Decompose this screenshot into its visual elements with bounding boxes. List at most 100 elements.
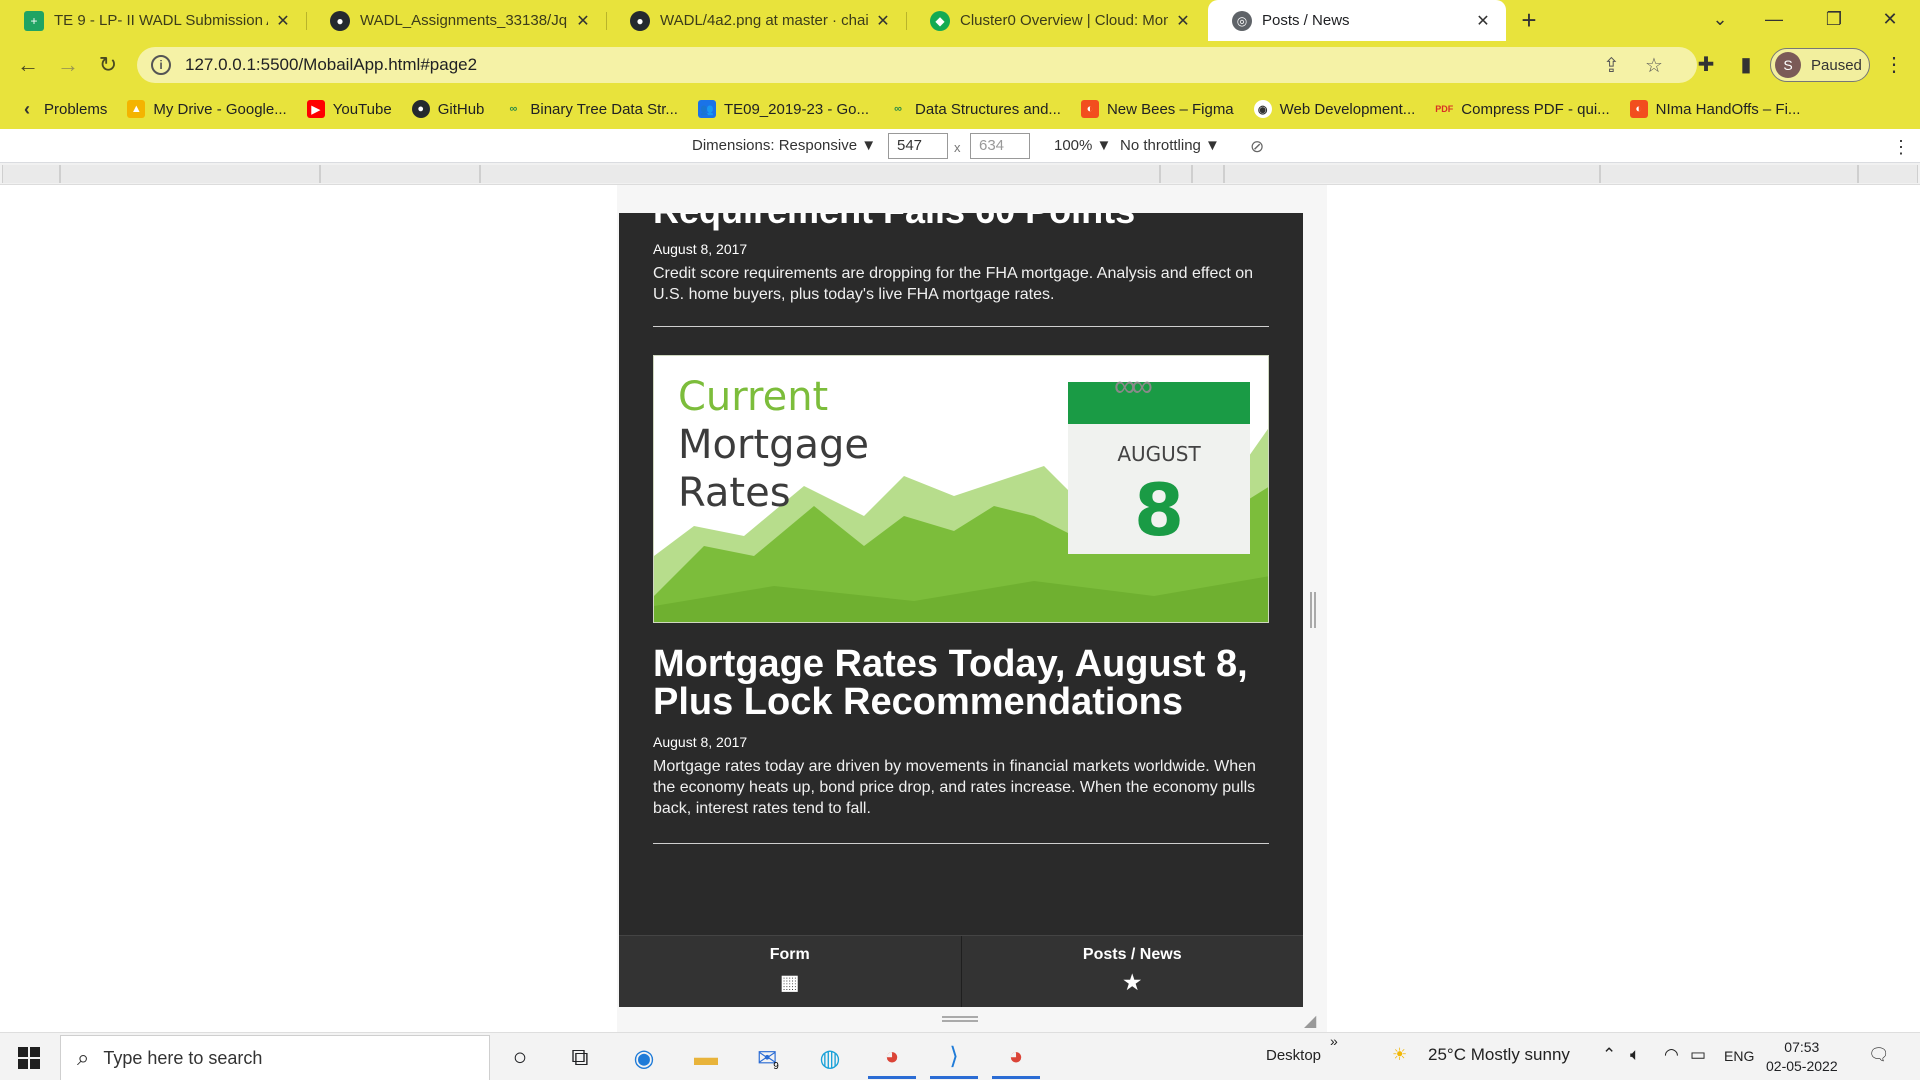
resize-handle-right[interactable] [1310, 592, 1316, 628]
ruler-segment[interactable] [1224, 165, 1600, 183]
tab-title: TE 9 - LP- II WADL Submission AY [54, 12, 268, 29]
media-query-ruler [0, 163, 1920, 185]
calendar-graphic: ∞∞ AUGUST 8 [1068, 370, 1250, 554]
tab-posts-news[interactable]: ◎ Posts / News ✕ [1208, 0, 1506, 41]
edge-icon[interactable]: ◍ [806, 1037, 854, 1079]
bookmark-label: Problems [44, 100, 108, 118]
post-previous: Requirement Falls 60 Points [653, 213, 1269, 233]
ruler-segment[interactable] [60, 165, 320, 183]
throttling-select[interactable]: No throttling ▼ [1120, 137, 1220, 154]
task-view-icon[interactable]: ⧉ [556, 1037, 604, 1079]
battery-icon[interactable]: ▭ [1690, 1045, 1706, 1065]
menu-icon[interactable]: ⋮ [1880, 51, 1908, 79]
ruler-segment[interactable] [1600, 165, 1858, 183]
bookmark-label: GitHub [437, 100, 485, 118]
side-panel-icon[interactable]: ▮ [1732, 51, 1760, 79]
new-tab-button[interactable]: + [1514, 6, 1544, 36]
extensions-icon[interactable]: ✚ [1692, 51, 1720, 79]
clock[interactable]: 07:53 02-05-2022 [1766, 1038, 1838, 1076]
dimensions-select[interactable]: Dimensions: Responsive ▼ [692, 137, 876, 154]
tab-wadl-assignments[interactable]: ● WADL_Assignments_33138/Jquer ✕ [306, 0, 606, 41]
tab-cluster0[interactable]: ◆ Cluster0 Overview | Cloud: Mong ✕ [906, 0, 1206, 41]
nav-posts-news-button[interactable]: Posts / News ★ [960, 936, 1304, 1007]
bookmark-github[interactable]: ● GitHub [411, 100, 485, 118]
url-text[interactable]: 127.0.0.1:5500/MobailApp.html#page2 [185, 55, 477, 75]
ruler-segment[interactable] [480, 165, 1160, 183]
ruler-segment[interactable] [2, 165, 60, 183]
close-icon[interactable]: ✕ [1474, 11, 1492, 31]
width-input[interactable]: 547 [888, 133, 948, 159]
ruler-segment[interactable] [1160, 165, 1192, 183]
bookmark-data-structures[interactable]: ∞ Data Structures and... [889, 100, 1061, 118]
reload-button[interactable]: ↻ [92, 49, 124, 81]
post-title[interactable]: Requirement Falls 60 Points [653, 213, 1269, 233]
share-icon[interactable]: ⇪ [1603, 53, 1620, 78]
profile-button[interactable]: S Paused [1770, 48, 1870, 82]
gfg-icon: ∞ [509, 103, 518, 115]
show-hidden-icons[interactable]: ⌃ [1602, 1045, 1616, 1065]
bookmark-star-icon[interactable]: ☆ [1645, 53, 1663, 78]
cortana-icon[interactable]: ○ [496, 1037, 544, 1079]
speaker-icon[interactable]: 🔈︎ [1630, 1045, 1640, 1065]
chrome-icon[interactable]: ◕ [868, 1037, 916, 1079]
device-toolbar: Dimensions: Responsive ▼ 547 x 634 100% … [0, 129, 1920, 163]
maximize-button[interactable]: ❐ [1804, 0, 1864, 41]
language-indicator[interactable]: ENG [1724, 1048, 1754, 1064]
bookmark-binary-tree[interactable]: ∞ Binary Tree Data Str... [504, 100, 677, 118]
mail-icon[interactable]: ✉ 9 [744, 1037, 792, 1079]
mongodb-icon: ◆ [930, 10, 950, 31]
youtube-icon: ▶ [306, 100, 325, 118]
site-info-icon[interactable]: i [151, 55, 171, 75]
notifications-icon[interactable]: 🗨︎ [1868, 1045, 1890, 1065]
close-icon[interactable]: ✕ [574, 11, 592, 31]
bookmark-problems[interactable]: ‹ Problems [18, 99, 108, 119]
rotate-icon[interactable]: ⊘ [1250, 137, 1264, 157]
chrome-icon[interactable]: ◕ [992, 1037, 1040, 1079]
post-date: August 8, 2017 [653, 241, 748, 257]
resize-handle-corner[interactable]: ◢ [1304, 1011, 1316, 1031]
address-bar[interactable]: i 127.0.0.1:5500/MobailApp.html#page2 ⇪ … [137, 47, 1697, 83]
close-icon[interactable]: ✕ [1174, 11, 1192, 31]
file-explorer-icon[interactable]: ▬ [682, 1037, 730, 1079]
chevron-right-icon[interactable]: » [1330, 1033, 1338, 1049]
zoom-select[interactable]: 100% ▼ [1054, 137, 1111, 154]
back-button[interactable]: ← [12, 49, 44, 81]
post-current: Mortgage Rates Today, August 8, Plus Loc… [653, 645, 1269, 721]
ruler-segment[interactable] [320, 165, 480, 183]
vscode-icon[interactable]: ⟩ [930, 1037, 978, 1079]
tab-search-icon[interactable]: ⌄ [1690, 0, 1750, 41]
bookmark-compress-pdf[interactable]: PDF Compress PDF - qui... [1435, 100, 1609, 118]
bookmark-web-development[interactable]: ◉ Web Development... [1253, 100, 1415, 118]
weather-text[interactable]: 25°C Mostly sunny [1428, 1045, 1570, 1065]
close-icon[interactable]: ✕ [874, 11, 892, 31]
wifi-icon[interactable]: ◠ [1664, 1045, 1679, 1065]
ruler-segment[interactable] [1192, 165, 1224, 183]
forward-button[interactable]: → [52, 49, 84, 81]
tab-wadl-4a2[interactable]: ● WADL/4a2.png at master · chaita ✕ [606, 0, 906, 41]
bookmark-my-drive[interactable]: ▲ My Drive - Google... [127, 100, 287, 118]
windows-start-icon[interactable] [18, 1047, 40, 1069]
mortgage-rates-banner[interactable]: Current Mortgage Rates ∞∞ AUGUST 8 [653, 355, 1269, 623]
close-icon[interactable]: ✕ [274, 11, 292, 31]
bookmark-youtube[interactable]: ▶ YouTube [306, 100, 392, 118]
avatar: S [1775, 52, 1801, 78]
messenger-icon[interactable]: ◉ [620, 1037, 668, 1079]
post-title[interactable]: Mortgage Rates Today, August 8, Plus Loc… [653, 645, 1269, 721]
weather-icon[interactable]: ☀ [1392, 1045, 1407, 1065]
height-input[interactable]: 634 [970, 133, 1030, 159]
bookmark-nima-handoffs[interactable]: ◐ NIma HandOffs – Fi... [1629, 100, 1800, 118]
nav-form-button[interactable]: Form ▦ [619, 936, 961, 1007]
bookmark-new-bees-figma[interactable]: ◐ New Bees – Figma [1080, 100, 1234, 118]
desktop-label[interactable]: Desktop [1266, 1047, 1321, 1064]
close-window-button[interactable]: ✕ [1860, 0, 1920, 41]
resize-handle-bottom[interactable] [942, 1016, 978, 1022]
ruler-segment[interactable] [1858, 165, 1918, 183]
more-options-icon[interactable]: ⋮ [1892, 137, 1910, 158]
calendar-header [1068, 382, 1250, 424]
calendar-month: AUGUST [1117, 442, 1201, 466]
minimize-button[interactable]: — [1744, 0, 1804, 41]
bookmark-te09[interactable]: 👥 TE09_2019-23 - Go... [697, 100, 869, 118]
tab-wadl-submission[interactable]: + TE 9 - LP- II WADL Submission AY ✕ [0, 0, 306, 41]
bookmark-label: My Drive - Google... [153, 100, 287, 118]
taskbar-search[interactable]: ⌕ Type here to search [60, 1035, 490, 1080]
